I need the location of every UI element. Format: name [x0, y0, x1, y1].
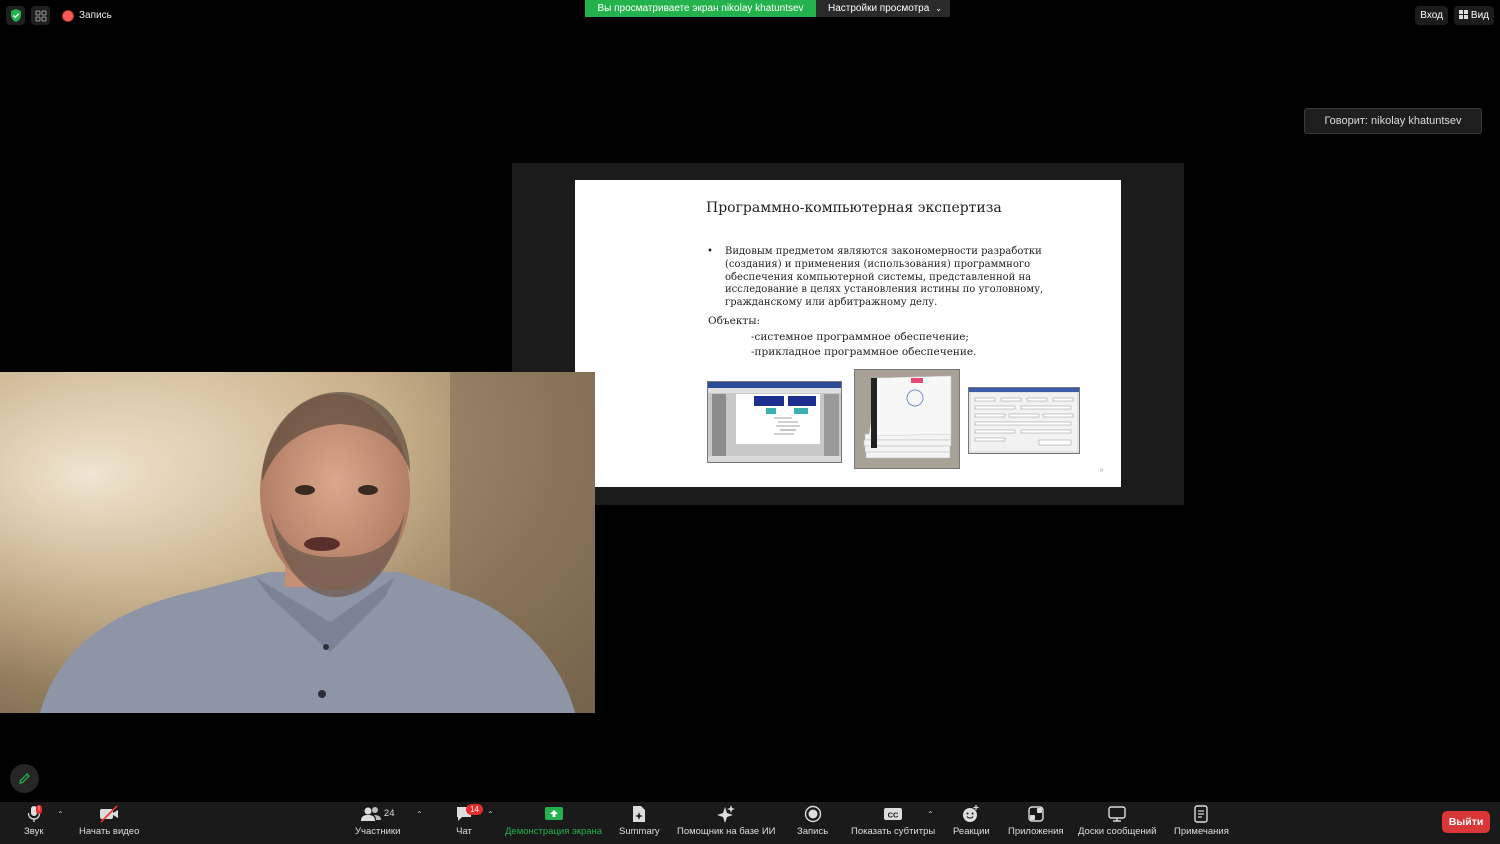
slide-bullet-text: Видовым предметом являются закономерност…: [725, 246, 1044, 309]
record-icon: [804, 805, 821, 823]
start-video-button[interactable]: Начать видео: [79, 805, 139, 837]
record-label: Запись: [797, 826, 829, 837]
whiteboard-icon: [1108, 806, 1126, 822]
object-item-application: -прикладное программное обеспечение.: [751, 346, 977, 358]
leave-meeting-button[interactable]: Выйти: [1442, 811, 1490, 833]
security-shield-icon[interactable]: [6, 6, 25, 25]
recording-indicator[interactable]: Запись: [62, 9, 112, 22]
object-item-system: -системное программное обеспечение;: [751, 331, 969, 343]
slide-page-number: 9: [1099, 468, 1103, 474]
share-screen-icon: [544, 807, 563, 820]
form-window-image: [968, 387, 1080, 454]
record-button[interactable]: Запись: [797, 805, 828, 837]
participants-label: Участники: [355, 826, 401, 837]
top-left-controls: Запись: [6, 6, 112, 25]
view-label: Вид: [1470, 10, 1489, 21]
recording-label: Запись: [79, 10, 112, 21]
software-window-image: [707, 381, 842, 463]
apps-grid-icon[interactable]: [31, 6, 50, 25]
login-button[interactable]: Вход: [1415, 6, 1448, 25]
start-video-label: Начать видео: [79, 826, 140, 837]
share-banner-text: Вы просматриваете экран nikolay khatunts…: [585, 0, 816, 17]
top-right-controls: Вход Вид: [1415, 6, 1494, 25]
chevron-down-icon: ⌄: [935, 4, 942, 13]
presentation-slide: Программно-компьютерная экспертиза • Вид…: [575, 180, 1121, 487]
audio-label: Звук: [24, 826, 44, 837]
notes-button[interactable]: Примечания: [1174, 805, 1229, 837]
reactions-button[interactable]: Реакции: [953, 805, 990, 837]
participants-button[interactable]: 24 Участники: [355, 805, 400, 837]
chat-label: Чат: [456, 826, 472, 837]
notes-label: Примечания: [1174, 826, 1229, 837]
audio-warning-badge-icon: !: [36, 805, 42, 814]
video-off-icon: [100, 805, 119, 823]
recording-dot-icon: [62, 9, 74, 22]
ai-assistant-button[interactable]: Помощник на базе ИИ: [677, 805, 776, 837]
annotate-button[interactable]: [10, 764, 39, 793]
captions-label: Показать субтитры: [851, 826, 936, 837]
objects-label: Объекты:: [708, 315, 761, 327]
whiteboards-label: Доски сообщений: [1078, 826, 1157, 837]
svg-text:CC: CC: [888, 811, 899, 820]
meeting-toolbar: Звук ! ⌃ Начать видео 24 Участники ⌃ Чат…: [0, 802, 1500, 844]
reactions-label: Реакции: [953, 826, 990, 837]
documents-stack-image: [854, 369, 960, 469]
apps-icon: [1028, 806, 1044, 822]
audio-options-caret-icon[interactable]: ⌃: [57, 810, 64, 819]
active-speaker-label: Говорит: nikolay khatuntsev: [1304, 108, 1482, 134]
smiley-icon: [963, 805, 979, 822]
view-button[interactable]: Вид: [1453, 6, 1494, 25]
ai-assistant-label: Помощник на базе ИИ: [677, 826, 776, 837]
grid-view-icon: [1458, 9, 1468, 22]
summary-label: Summary: [619, 826, 660, 837]
participant-video-tile: [0, 372, 595, 713]
apps-label: Приложения: [1008, 826, 1064, 837]
pencil-icon: [19, 773, 30, 784]
view-settings-button[interactable]: Настройки просмотра ⌄: [816, 0, 950, 17]
chat-options-caret-icon[interactable]: ⌃: [487, 810, 494, 819]
participants-count: 24: [383, 808, 395, 819]
screen-share-banner: Вы просматриваете экран nikolay khatunts…: [585, 0, 950, 17]
captions-options-caret-icon[interactable]: ⌃: [927, 810, 934, 819]
captions-button[interactable]: CC Показать субтитры: [851, 805, 935, 837]
participants-icon: [360, 807, 381, 821]
participants-options-caret-icon[interactable]: ⌃: [416, 810, 423, 819]
share-screen-label: Демонстрация экрана: [505, 826, 603, 837]
view-settings-label: Настройки просмотра: [828, 3, 930, 14]
notes-icon: [1194, 805, 1209, 823]
participant-video-image: [0, 372, 595, 713]
whiteboards-button[interactable]: Доски сообщений: [1078, 805, 1156, 837]
summary-document-icon: [633, 806, 646, 822]
share-screen-button[interactable]: Демонстрация экрана: [505, 805, 602, 837]
closed-captions-icon: CC: [884, 808, 903, 820]
ai-sparkle-icon: [717, 805, 736, 823]
slide-title: Программно-компьютерная экспертиза: [706, 200, 1002, 216]
apps-button[interactable]: Приложения: [1008, 805, 1064, 837]
summary-button[interactable]: Summary: [619, 805, 660, 837]
chat-unread-badge: 14: [466, 804, 483, 815]
bullet-dot-icon: •: [707, 246, 713, 257]
slide-bullet: • Видовым предметом являются закономерно…: [707, 246, 1090, 310]
login-label: Вход: [1420, 10, 1443, 21]
